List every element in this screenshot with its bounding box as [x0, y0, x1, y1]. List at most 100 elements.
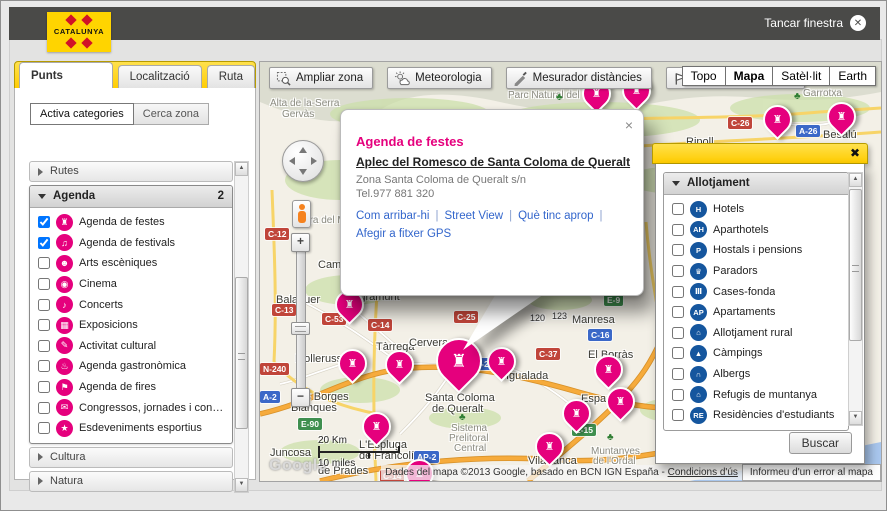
tab-punts-d-interes[interactable]: Punts d'interès — [19, 62, 113, 89]
agenda-checkbox-arts-esceniques[interactable] — [38, 257, 50, 269]
tab-localitzacio[interactable]: Localització — [118, 65, 202, 89]
sidebar-scrollbar[interactable]: ▲ ▼ — [234, 161, 249, 493]
allotjament-checkbox-cases-fonda[interactable] — [672, 286, 684, 298]
section-natura[interactable]: Natura — [29, 471, 233, 492]
congressos-icon: ✉ — [56, 399, 73, 416]
section-agenda-header[interactable]: Agenda 2 — [30, 186, 232, 208]
agenda-checkbox-agenda-gastronomica[interactable] — [38, 360, 50, 372]
popup-link-que-tinc-aprop[interactable]: Què tinc aprop — [518, 210, 593, 222]
zoom-slider-handle[interactable] — [291, 322, 310, 335]
allotjament-row-hostals-i-pensions[interactable]: PHostals i pensions — [666, 240, 848, 261]
panel-scrollbar[interactable]: ▲ ▼ — [848, 172, 863, 426]
allotjament-row-aparthotels[interactable]: AHAparthotels — [666, 220, 848, 241]
allotjament-checkbox-refugis-de-muntanya[interactable] — [672, 389, 684, 401]
map-canvas[interactable]: Parc Natural delAlta de la-SerraGervàsGa… — [259, 61, 882, 482]
popup-category: Agenda de festes — [356, 134, 464, 149]
scroll-up-icon[interactable]: ▲ — [235, 162, 248, 176]
scroll-down-icon[interactable]: ▼ — [235, 478, 248, 492]
allotjament-row-allotjament-rural[interactable]: ⌂Allotjament rural — [666, 323, 848, 344]
attribution-copy: Dades del mapa ©2013 Google, basado en B… — [385, 467, 668, 478]
map-pan-control[interactable] — [282, 140, 324, 182]
agenda-checkbox-concerts[interactable] — [38, 299, 50, 311]
agenda-row-concerts[interactable]: ♪Concerts — [32, 294, 232, 315]
meteorologia-button[interactable]: Meteorologia — [387, 67, 491, 89]
scrollbar-thumb[interactable] — [235, 277, 248, 429]
agenda-row-arts-esceniques[interactable]: ☻Arts escèniques — [32, 253, 232, 274]
popup-link-com-arribar-hi[interactable]: Com arribar-hi — [356, 210, 430, 222]
popup-link-street-view[interactable]: Street View — [445, 210, 504, 222]
ampliar-zona-button[interactable]: Ampliar zona — [269, 67, 373, 89]
allotjament-checkbox-hotels[interactable] — [672, 203, 684, 215]
zoom-out-button[interactable]: − — [291, 388, 310, 407]
scroll-down-icon[interactable]: ▼ — [849, 411, 862, 425]
scroll-up-icon[interactable]: ▲ — [849, 173, 862, 187]
pan-right-icon[interactable] — [311, 157, 317, 165]
agenda-checkbox-esdeveniments-esportius[interactable] — [38, 422, 50, 434]
agenda-checkbox-agenda-de-fires[interactable] — [38, 381, 50, 393]
agenda-checkbox-congressos-jornades-i-conferen[interactable] — [38, 402, 50, 414]
popup-close-icon[interactable]: × — [625, 117, 633, 133]
close-window-icon[interactable]: ✕ — [850, 15, 866, 31]
agenda-label: Esdeveniments esportius — [79, 422, 202, 434]
allotjament-row-campings[interactable]: ▲Càmpings — [666, 343, 848, 364]
agenda-row-activitat-cultural[interactable]: ✎Activitat cultural — [32, 336, 232, 357]
allotjament-row-refugis-de-muntanya[interactable]: ⌂Refugis de muntanya — [666, 384, 848, 405]
allotjament-checkbox-campings[interactable] — [672, 347, 684, 359]
activate-categories-button[interactable]: Activa categories — [30, 103, 134, 125]
allotjament-checkbox-albergs[interactable] — [672, 368, 684, 380]
allotjament-row-paradors[interactable]: ♛Paradors — [666, 261, 848, 282]
allotjament-row-residencies-d-estudiants[interactable]: REResidències d'estudiants — [666, 405, 848, 426]
section-rutes[interactable]: Rutes — [29, 161, 233, 182]
pan-up-icon[interactable] — [299, 147, 307, 153]
search-zone-button[interactable]: Cerca zona — [134, 103, 209, 125]
map-type-topo[interactable]: Topo — [682, 66, 726, 86]
street-view-pegman[interactable] — [292, 200, 311, 228]
allotjament-checkbox-allotjament-rural[interactable] — [672, 327, 684, 339]
agenda-row-congressos-jornades-i-conferen[interactable]: ✉Congressos, jornades i conferèn... — [32, 397, 232, 418]
agenda-row-agenda-de-festivals[interactable]: ♫Agenda de festivals — [32, 233, 232, 254]
pan-down-icon[interactable] — [299, 169, 307, 175]
allotjament-checkbox-hostals-i-pensions[interactable] — [672, 244, 684, 256]
zoom-in-button[interactable]: + — [291, 233, 310, 252]
agenda-row-agenda-de-fires[interactable]: ⚑Agenda de fires — [32, 377, 232, 398]
fires-icon: ⚑ — [56, 379, 73, 396]
agenda-row-agenda-de-festes[interactable]: ♜Agenda de festes — [32, 212, 232, 233]
agenda-label: Agenda de festivals — [79, 237, 175, 249]
agenda-checkbox-activitat-cultural[interactable] — [38, 340, 50, 352]
agenda-checkbox-agenda-de-festes[interactable] — [38, 216, 50, 228]
tab-ruta[interactable]: Ruta — [207, 65, 255, 89]
allotjament-checkbox-aparthotels[interactable] — [672, 224, 684, 236]
allotjament-row-albergs[interactable]: ∩Albergs — [666, 364, 848, 385]
agenda-checkbox-exposicions[interactable] — [38, 319, 50, 331]
zoom-slider-track[interactable] — [296, 250, 306, 390]
agenda-row-esdeveniments-esportius[interactable]: ★Esdeveniments esportius — [32, 418, 232, 439]
pan-left-icon[interactable] — [289, 157, 295, 165]
map-type-satel-lit[interactable]: Satèl·lit — [772, 66, 830, 86]
buscar-button[interactable]: Buscar — [789, 432, 852, 454]
popup-link-afegir-a-fitxer-gps[interactable]: Afegir a fitxer GPS — [356, 228, 451, 240]
allotjament-row-cases-fonda[interactable]: ⅢCases-fonda — [666, 281, 848, 302]
section-cultura[interactable]: Cultura — [29, 447, 233, 468]
allotjament-checkbox-apartaments[interactable] — [672, 306, 684, 318]
panel-close-icon[interactable]: ✖ — [850, 146, 860, 160]
mesurador-distancies-button[interactable]: Mesurador distàncies — [506, 67, 652, 89]
allotjament-checkbox-paradors[interactable] — [672, 265, 684, 277]
agenda-row-cinema[interactable]: ◉Cinema — [32, 274, 232, 295]
report-map-error-button[interactable]: Informeu d'un error al mapa — [742, 464, 881, 481]
popup-title-link[interactable]: Aplec del Romesco de Santa Coloma de Que… — [356, 155, 630, 169]
map-attribution: Dades del mapa ©2013 Google, basado en B… — [381, 464, 881, 481]
allotjament-row-apartaments[interactable]: APApartaments — [666, 302, 848, 323]
scrollbar-thumb[interactable] — [849, 189, 862, 341]
allotjament-checkbox-residencies-d-estudiants[interactable] — [672, 409, 684, 421]
agenda-row-agenda-gastronomica[interactable]: ♨Agenda gastronòmica — [32, 356, 232, 377]
condicions-dus-link[interactable]: Condicions d'ús — [668, 467, 738, 478]
agenda-checkbox-cinema[interactable] — [38, 278, 50, 290]
allotjament-header[interactable]: Allotjament — [664, 173, 848, 195]
close-window-button[interactable]: Tancar finestra ✕ — [764, 15, 866, 31]
agenda-row-exposicions[interactable]: ▦Exposicions — [32, 315, 232, 336]
map-type-mapa[interactable]: Mapa — [725, 66, 774, 86]
agenda-checkbox-agenda-de-festivals[interactable] — [38, 237, 50, 249]
map-type-earth[interactable]: Earth — [829, 66, 876, 86]
agenda-label: Concerts — [79, 299, 123, 311]
allotjament-row-hotels[interactable]: HHotels — [666, 199, 848, 220]
